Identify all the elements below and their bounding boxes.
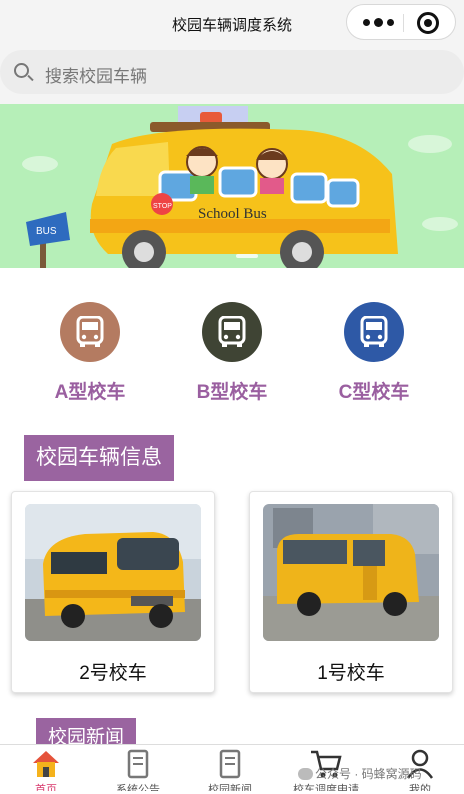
bus-icon: [344, 302, 404, 362]
tab-news[interactable]: 校园新闻: [184, 749, 276, 791]
tab-label: 校园新闻: [208, 784, 252, 791]
tab-label: 系统公告: [116, 784, 160, 791]
news-icon: [219, 749, 241, 779]
bus-icon: [60, 302, 120, 362]
vehicle-category-grid: A型校车 B型校车 C型校车: [0, 268, 464, 418]
bus-icon: [202, 302, 262, 362]
vehicle-info-section: 校园车辆信息 2号校车 1号校车 校园新闻: [0, 418, 464, 748]
section-title: 校园车辆信息: [24, 435, 174, 481]
vehicle-card[interactable]: 2号校车: [11, 491, 215, 693]
category-label: A型校车: [54, 382, 126, 403]
category-label: B型校车: [196, 382, 268, 403]
document-icon: [127, 749, 149, 779]
category-label: C型校车: [338, 382, 410, 403]
watermark-text: 公众号 · 码蜂窝源码: [315, 767, 422, 781]
vehicle-photo: [25, 504, 201, 641]
search-input[interactable]: 搜索校园车辆: [45, 62, 147, 87]
navigation-bar: 校园车辆调度系统: [0, 0, 464, 48]
vehicle-name: 2号校车: [79, 663, 147, 684]
tab-label: 首页: [35, 784, 57, 791]
tab-home[interactable]: 首页: [0, 749, 92, 791]
school-bus-illustration: School Bus STOP BUS: [0, 104, 464, 268]
search-icon: [14, 63, 29, 78]
mini-program-capsule: [346, 4, 456, 40]
capsule-divider: [403, 14, 404, 32]
search-bar[interactable]: 搜索校园车辆: [0, 50, 464, 94]
tab-label: 校车调度申请: [293, 784, 359, 791]
stop-sign-text: STOP: [153, 203, 172, 210]
category-c-bus[interactable]: C型校车: [314, 302, 434, 404]
watermark: 公众号 · 码蜂窝源码: [298, 765, 422, 782]
bus-stop-sign-text: BUS: [36, 226, 57, 237]
vehicle-photo: [263, 504, 439, 641]
tab-announcements[interactable]: 系统公告: [92, 749, 184, 791]
category-b-bus[interactable]: B型校车: [172, 302, 292, 404]
home-icon: [33, 751, 59, 777]
more-icon[interactable]: [363, 5, 407, 39]
category-a-bus[interactable]: A型校车: [30, 302, 150, 404]
tab-label: 我的: [409, 784, 431, 791]
banner-carousel[interactable]: School Bus STOP BUS: [0, 104, 464, 268]
vehicle-name: 1号校车: [317, 663, 385, 684]
banner-sign-text: School Bus: [198, 206, 267, 222]
wechat-icon: [298, 768, 313, 780]
close-icon[interactable]: [417, 12, 439, 34]
vehicle-card[interactable]: 1号校车: [249, 491, 453, 693]
